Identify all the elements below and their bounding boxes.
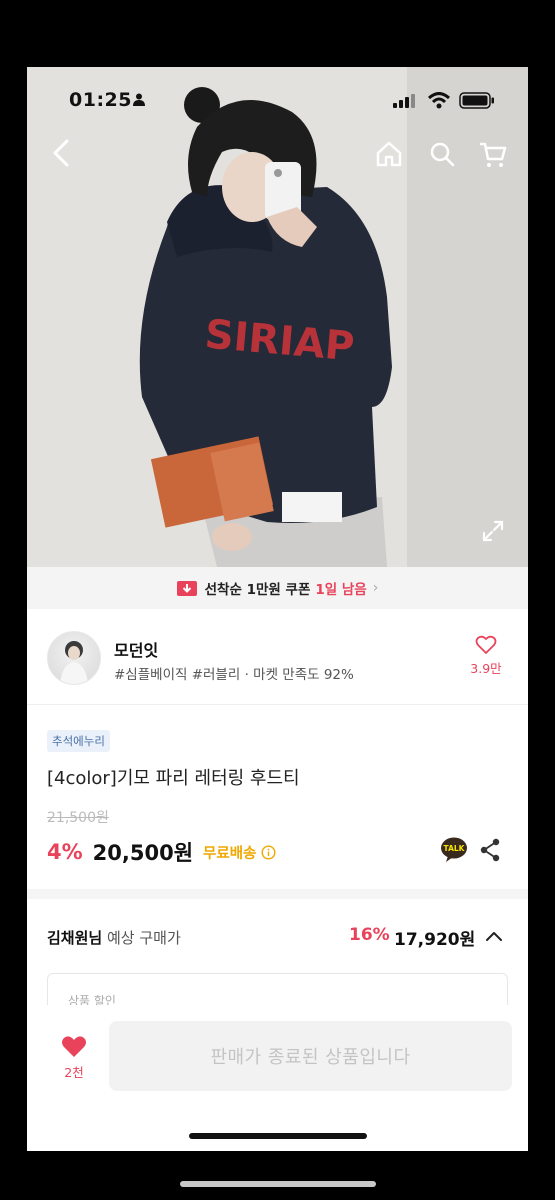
- product-title: [4color]기모 파리 레터링 후드티: [47, 768, 300, 789]
- shop-name[interactable]: 모던잇: [114, 637, 158, 661]
- sold-out-button[interactable]: 판매가 종료된 상품입니다: [109, 1021, 512, 1091]
- avatar-image: [60, 641, 88, 684]
- signal-icon: [393, 94, 415, 108]
- svg-text:TALK: TALK: [444, 844, 466, 853]
- chevron-up-icon[interactable]: [486, 931, 502, 941]
- info-icon[interactable]: [261, 844, 276, 860]
- search-icon[interactable]: [429, 141, 455, 167]
- chevron-right-icon: ›: [372, 580, 379, 596]
- app-screen: SIRIAP 01:25 선착순 1만원 쿠폰 1일 남음 › 모던잇 #심플베…: [27, 67, 528, 1151]
- expected-price-amount: 17,920원: [394, 930, 476, 950]
- home-indicator: [189, 1133, 367, 1139]
- price-row: 4% 20,500원 무료배송: [47, 837, 276, 867]
- status-time: 01:25: [69, 89, 132, 111]
- home-icon[interactable]: [375, 141, 403, 167]
- sale-price: 20,500원: [92, 841, 194, 865]
- discount-rate: 4%: [47, 840, 83, 864]
- expected-discount-rate: 16%: [349, 925, 390, 945]
- section-divider: [27, 889, 528, 899]
- shipping-label: 무료배송: [203, 845, 257, 862]
- shop-info[interactable]: 모던잇 #심플베이직 #러블리 · 마켓 만족도 92% 3.9만: [27, 609, 528, 705]
- battery-icon: [459, 92, 494, 109]
- outer-home-indicator: [180, 1181, 376, 1187]
- status-bar: 01:25: [27, 67, 528, 117]
- expand-icon[interactable]: [481, 519, 505, 543]
- heart-outline-icon: [475, 635, 497, 654]
- person-icon: [133, 93, 145, 106]
- shop-favorite-button[interactable]: 3.9만: [466, 635, 506, 677]
- top-nav: [27, 139, 528, 173]
- like-count: 2천: [64, 1065, 84, 1080]
- like-button[interactable]: 2천: [59, 1035, 89, 1081]
- cart-icon[interactable]: [479, 141, 507, 169]
- bottom-action-bar: 2천 판매가 종료된 상품입니다: [27, 1005, 528, 1151]
- back-icon[interactable]: [51, 139, 71, 167]
- coupon-remaining: 1일 남음: [315, 582, 367, 598]
- event-badge: 추석에누리: [47, 730, 110, 752]
- shop-tags: #심플베이직 #러블리 · 마켓 만족도 92%: [114, 667, 354, 683]
- shop-avatar[interactable]: [47, 631, 101, 685]
- original-price: 21,500원: [47, 810, 109, 826]
- product-image[interactable]: SIRIAP 01:25: [27, 67, 528, 567]
- expected-price-label: 김채원님 예상 구매가: [47, 927, 181, 948]
- coupon-text: 선착순 1만원 쿠폰: [204, 582, 311, 598]
- talk-icon[interactable]: TALK: [440, 837, 468, 863]
- expected-price-text: 예상 구매가: [106, 929, 181, 947]
- expected-price-row[interactable]: 김채원님 예상 구매가 16% 17,920원: [27, 899, 528, 973]
- coupon-icon: [176, 580, 197, 596]
- user-name: 김채원님: [47, 929, 103, 947]
- wifi-icon: [428, 92, 450, 109]
- coupon-banner[interactable]: 선착순 1만원 쿠폰 1일 남음 ›: [27, 567, 528, 609]
- heart-icon: [62, 1036, 86, 1057]
- favorite-count: 3.9만: [470, 661, 502, 676]
- share-icon[interactable]: [479, 838, 501, 862]
